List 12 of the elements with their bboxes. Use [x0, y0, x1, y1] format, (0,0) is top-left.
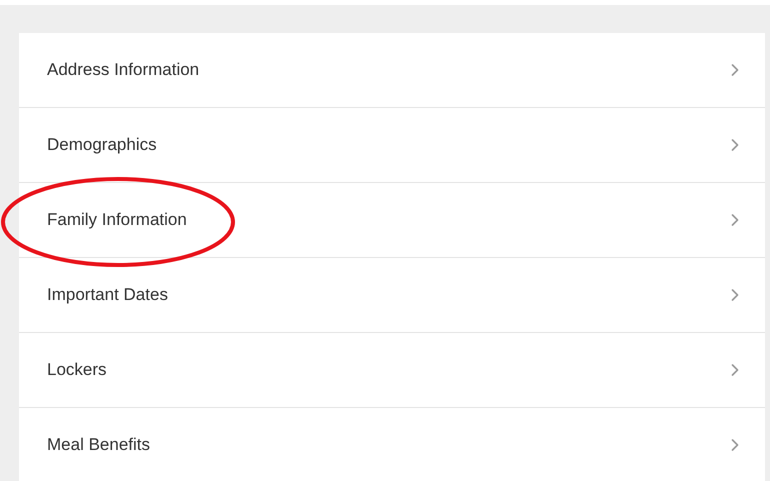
- item-label: Lockers: [47, 359, 107, 382]
- item-label: Address Information: [47, 59, 200, 82]
- item-label: Meal Benefits: [47, 434, 150, 456]
- item-label: Family Information: [47, 209, 187, 232]
- item-label: Important Dates: [47, 284, 168, 306]
- list-item[interactable]: Important Dates: [19, 258, 765, 333]
- list-item[interactable]: Demographics: [19, 108, 765, 183]
- list-item[interactable]: Lockers: [19, 333, 765, 408]
- list-item[interactable]: Address Information: [19, 33, 765, 108]
- item-label: Demographics: [47, 134, 157, 156]
- list-item[interactable]: Meal Benefits: [19, 408, 765, 481]
- list-item[interactable]: Family Information: [19, 183, 765, 258]
